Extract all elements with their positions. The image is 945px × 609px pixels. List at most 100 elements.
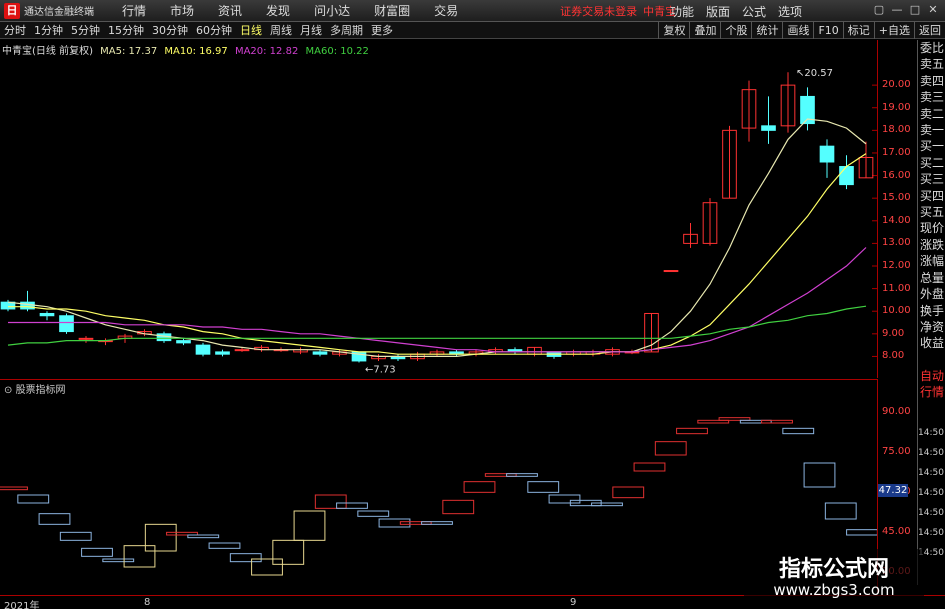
indicator-box [846, 529, 877, 536]
side-panel-item[interactable]: 买一 [918, 138, 945, 154]
price-tick-label: 13.00 [882, 237, 911, 249]
side-panel-item[interactable]: 行情 [918, 384, 945, 400]
tool-overlay[interactable]: 叠加 [689, 22, 720, 39]
minimize-icon[interactable]: — [889, 2, 905, 18]
chart-tools: 复权 叠加 个股 统计 画线 F10 标记 +自选 返回 [658, 22, 945, 39]
period-daily[interactable]: 日线 [236, 22, 266, 38]
period-30min[interactable]: 30分钟 [148, 22, 192, 38]
tool-stock[interactable]: 个股 [720, 22, 751, 39]
candle-body [59, 315, 74, 333]
period-multi[interactable]: 多周期 [326, 22, 367, 38]
price-chart[interactable]: ↖20.57 ←7.73 [0, 40, 877, 378]
period-60min[interactable]: 60分钟 [192, 22, 236, 38]
side-panel-item[interactable]: 卖三 [918, 89, 945, 105]
ma5-label: MA5: 17.37 [100, 46, 158, 57]
side-panel-item[interactable]: 卖四 [918, 73, 945, 89]
low-price-annotation: ←7.73 [365, 365, 396, 376]
side-panel-item[interactable]: 买三 [918, 171, 945, 187]
close-icon[interactable]: ✕ [925, 2, 941, 18]
indicator-box [187, 534, 220, 539]
menu-ask[interactable]: 问小达 [302, 2, 362, 19]
right-menu-group: 功能 版面 公式 选项 [664, 0, 808, 22]
side-panel-item[interactable]: 换手 [918, 303, 945, 319]
menu-trade[interactable]: 交易 [422, 2, 470, 19]
side-panel-item[interactable]: 涨幅 [918, 253, 945, 269]
indicator-box [0, 486, 28, 491]
indicator-box [59, 531, 92, 541]
indicator-box [676, 427, 708, 435]
price-tick-label: 9.00 [882, 327, 905, 339]
menu-function[interactable]: 功能 [664, 3, 700, 20]
side-panel-item[interactable]: 现价 [918, 220, 945, 236]
period-weekly[interactable]: 周线 [266, 22, 296, 38]
indicator-tick-label: 45.00 [882, 526, 911, 538]
app-title: 通达信金融终端 [24, 7, 94, 18]
indicator-current-value: 47.32 [878, 484, 908, 497]
indicator-box [421, 521, 453, 525]
menu-news[interactable]: 资讯 [206, 2, 254, 19]
tool-back[interactable]: 返回 [914, 22, 945, 39]
period-tick[interactable]: 分时 [0, 22, 30, 38]
side-panel-item[interactable]: 总量 [918, 270, 945, 286]
indicator-header: ⊙ 股票指标网 [0, 379, 877, 396]
side-panel-item[interactable]: 自动 [918, 368, 945, 384]
tool-mark[interactable]: 标记 [842, 22, 874, 39]
indicator-box [293, 510, 326, 541]
ma60-label: MA60: 10.22 [305, 46, 369, 57]
period-monthly[interactable]: 月线 [296, 22, 326, 38]
indicator-tick-label: 75.00 [882, 446, 911, 458]
indicator-box [17, 494, 50, 504]
side-panel-item[interactable]: 买五 [918, 204, 945, 220]
price-tick-label: 8.00 [882, 350, 905, 362]
indicator-box [527, 481, 560, 493]
candle-body [176, 340, 191, 344]
indicator-box [463, 481, 496, 493]
side-panel-item[interactable]: 收益 [918, 335, 945, 351]
indicator-box [81, 547, 113, 557]
period-15min[interactable]: 15分钟 [104, 22, 148, 38]
menu-wealth-circle[interactable]: 财富圈 [362, 2, 422, 19]
period-5min[interactable]: 5分钟 [67, 22, 104, 38]
side-panel-item[interactable]: 委比 [918, 40, 945, 56]
maximize-icon[interactable]: □ [907, 2, 923, 18]
tool-add-favorite[interactable]: +自选 [873, 22, 914, 39]
side-panel-item[interactable]: 外盘 [918, 286, 945, 302]
tool-draw[interactable]: 画线 [782, 22, 813, 39]
indicator-time-label: 14:50 [918, 468, 944, 478]
indicator-box [208, 542, 241, 549]
candle-body [663, 270, 679, 273]
menu-formula[interactable]: 公式 [736, 3, 772, 20]
menu-options[interactable]: 选项 [772, 3, 808, 20]
restore-icon[interactable]: ▢ [871, 2, 887, 18]
side-panel-item[interactable]: 买二 [918, 155, 945, 171]
side-panel-item[interactable]: 卖五 [918, 56, 945, 72]
indicator-time-label: 14:50 [918, 508, 944, 518]
menu-discover[interactable]: 发现 [254, 2, 302, 19]
indicator-box [824, 502, 857, 520]
side-panel-item[interactable]: 净资 [918, 319, 945, 335]
tool-statistics[interactable]: 统计 [751, 22, 782, 39]
menu-layout[interactable]: 版面 [700, 3, 736, 20]
tool-restore-rights[interactable]: 复权 [658, 22, 689, 39]
price-tick-label: 17.00 [882, 146, 911, 158]
indicator-box [336, 502, 368, 509]
side-panel-item[interactable]: 涨跌 [918, 237, 945, 253]
period-1min[interactable]: 1分钟 [30, 22, 67, 38]
side-panel-item[interactable]: 买四 [918, 188, 945, 204]
price-tick-label: 15.00 [882, 192, 911, 204]
period-toolbar: 分时 1分钟 5分钟 15分钟 30分钟 60分钟 日线 周线 月线 多周期 更… [0, 22, 945, 39]
menu-quotes[interactable]: 行情 [110, 2, 158, 19]
window-controls: ▢ — □ ✕ [871, 2, 941, 18]
candle-body [839, 166, 854, 186]
ma-legend: 中青宝(日线 前复权) MA5: 17.37 MA10: 16.97 MA20:… [2, 42, 373, 57]
period-more[interactable]: 更多 [367, 22, 397, 38]
login-status[interactable]: 证券交易未登录 [560, 3, 637, 19]
tool-f10[interactable]: F10 [813, 22, 842, 39]
chart-stock-title: 中青宝(日线 前复权) [2, 46, 93, 57]
indicator-box [378, 518, 411, 528]
indicator-box [548, 494, 581, 504]
menu-market[interactable]: 市场 [158, 2, 206, 19]
candle-body [234, 349, 250, 352]
side-panel-item[interactable]: 卖一 [918, 122, 945, 138]
side-panel-item[interactable]: 卖二 [918, 106, 945, 122]
